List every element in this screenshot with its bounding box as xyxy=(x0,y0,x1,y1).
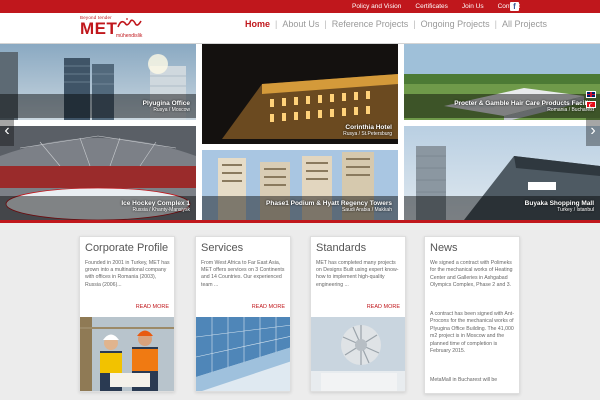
slide-caption: Procter & Gamble Hair Care Products Faci… xyxy=(454,100,594,113)
news-panel: News We signed a contract with Polimeks … xyxy=(424,236,520,394)
project-gallery: Plyugina Office Rusya / Moscow Corinthia… xyxy=(0,44,600,220)
card-body: Founded in 2001 in Turkey, MET has grown… xyxy=(85,260,170,288)
gallery-tile-procter-gamble[interactable]: Procter & Gamble Hair Care Products Faci… xyxy=(404,44,600,120)
slide-caption: Buyaka Shopping Mall Turkey / Istanbul xyxy=(525,200,594,213)
slide-location: Romania / Bucharest xyxy=(547,107,594,113)
slide-location: Rusya / Moscow xyxy=(153,107,190,113)
glass-facade-photo xyxy=(196,317,290,391)
logo-arabic-mark-icon xyxy=(117,18,142,28)
slide-location: Russia / Khanty-Mansiysk xyxy=(132,207,190,213)
nav-ongoing-projects[interactable]: Ongoing Projects xyxy=(416,19,495,29)
card-services: Services From West Africa to Far East As… xyxy=(195,236,291,392)
card-body: From West Africa to Far East Asia, MET o… xyxy=(201,260,285,288)
nav-reference-projects[interactable]: Reference Projects xyxy=(327,19,414,29)
sculpture-photo xyxy=(311,317,405,391)
slide-caption: Phase1 Podium & Hyatt Regency Towers Sau… xyxy=(266,200,392,213)
card-title: Standards xyxy=(316,242,367,254)
slide-title: Procter & Gamble Hair Care Products Faci… xyxy=(454,100,594,107)
nav-home[interactable]: Home xyxy=(240,19,275,29)
gallery-tile-plyugina[interactable]: Plyugina Office Rusya / Moscow xyxy=(0,44,196,120)
card-standards: Standards MET has completed many project… xyxy=(310,236,406,392)
gallery-tile-corinthia[interactable]: Corinthia Hotel Rusya / St.Petersburg xyxy=(202,44,398,144)
main-nav: Home | About Us | Reference Projects | O… xyxy=(240,19,552,29)
card-title: Services xyxy=(201,242,244,254)
logo-subtitle: mühendislik xyxy=(116,33,143,39)
logo-name: MET xyxy=(80,19,118,38)
nav-all-projects[interactable]: All Projects xyxy=(497,19,552,29)
gallery-tile-buyaka[interactable]: Buyaka Shopping Mall Turkey / Istanbul xyxy=(404,126,600,220)
certificates-link[interactable]: Certificates xyxy=(415,2,448,11)
slide-caption: Ice Hockey Complex 1 Russia / Khanty-Man… xyxy=(121,200,190,213)
english-flag-icon[interactable] xyxy=(586,91,596,98)
facebook-icon[interactable]: f xyxy=(510,2,519,11)
policy-link[interactable]: Policy and Vision xyxy=(352,2,401,11)
card-corporate-profile: Corporate Profile Founded in 2001 in Tur… xyxy=(79,236,175,392)
engineers-photo xyxy=(80,317,174,391)
logo[interactable]: Beyond tender MET mühendislik xyxy=(80,15,150,43)
top-bar: Policy and Vision Certificates Join Us C… xyxy=(0,0,600,13)
slide-location: Turkey / Istanbul xyxy=(557,207,594,213)
language-switcher xyxy=(584,88,598,111)
news-item[interactable]: A contract has been signed with Ant-Proc… xyxy=(430,311,516,355)
top-links: Policy and Vision Certificates Join Us C… xyxy=(352,2,520,11)
slide-title: Phase1 Podium & Hyatt Regency Towers xyxy=(266,200,392,207)
news-title: News xyxy=(430,242,458,254)
join-us-link[interactable]: Join Us xyxy=(462,2,484,11)
crescent-icon xyxy=(589,103,594,108)
slide-caption: Corinthia Hotel Rusya / St.Petersburg xyxy=(343,124,392,137)
red-divider xyxy=(0,220,600,223)
news-item[interactable]: MetaMall in Bucharest will be xyxy=(430,377,516,384)
chevron-right-icon[interactable]: › xyxy=(586,118,600,146)
slide-title: Buyaka Shopping Mall xyxy=(524,200,594,207)
slide-title: Plyugina Office xyxy=(142,100,190,107)
slide-title: Corinthia Hotel xyxy=(345,124,392,131)
chevron-left-icon[interactable]: ‹ xyxy=(0,118,14,146)
turkish-flag-icon[interactable] xyxy=(586,101,596,108)
read-more-link[interactable]: READ MORE xyxy=(367,304,400,310)
card-title: Corporate Profile xyxy=(85,242,169,254)
gallery-tile-hyatt[interactable]: Phase1 Podium & Hyatt Regency Towers Sau… xyxy=(202,150,398,220)
slide-location: Saudi Arabia / Makkah xyxy=(341,207,392,213)
header: Beyond tender MET mühendislik Home | Abo… xyxy=(0,13,600,44)
slide-location: Rusya / St.Petersburg xyxy=(343,131,392,137)
card-body: MET has completed many projects on Desig… xyxy=(316,260,399,288)
news-item[interactable]: We signed a contract with Polimeks for t… xyxy=(430,260,516,290)
read-more-link[interactable]: READ MORE xyxy=(252,304,285,310)
slide-title: Ice Hockey Complex 1 xyxy=(121,200,190,207)
nav-about-us[interactable]: About Us xyxy=(277,19,324,29)
slide-caption: Plyugina Office Rusya / Moscow xyxy=(143,100,190,113)
read-more-link[interactable]: READ MORE xyxy=(136,304,169,310)
gallery-tile-ice-hockey[interactable]: Ice Hockey Complex 1 Russia / Khanty-Man… xyxy=(0,126,196,220)
